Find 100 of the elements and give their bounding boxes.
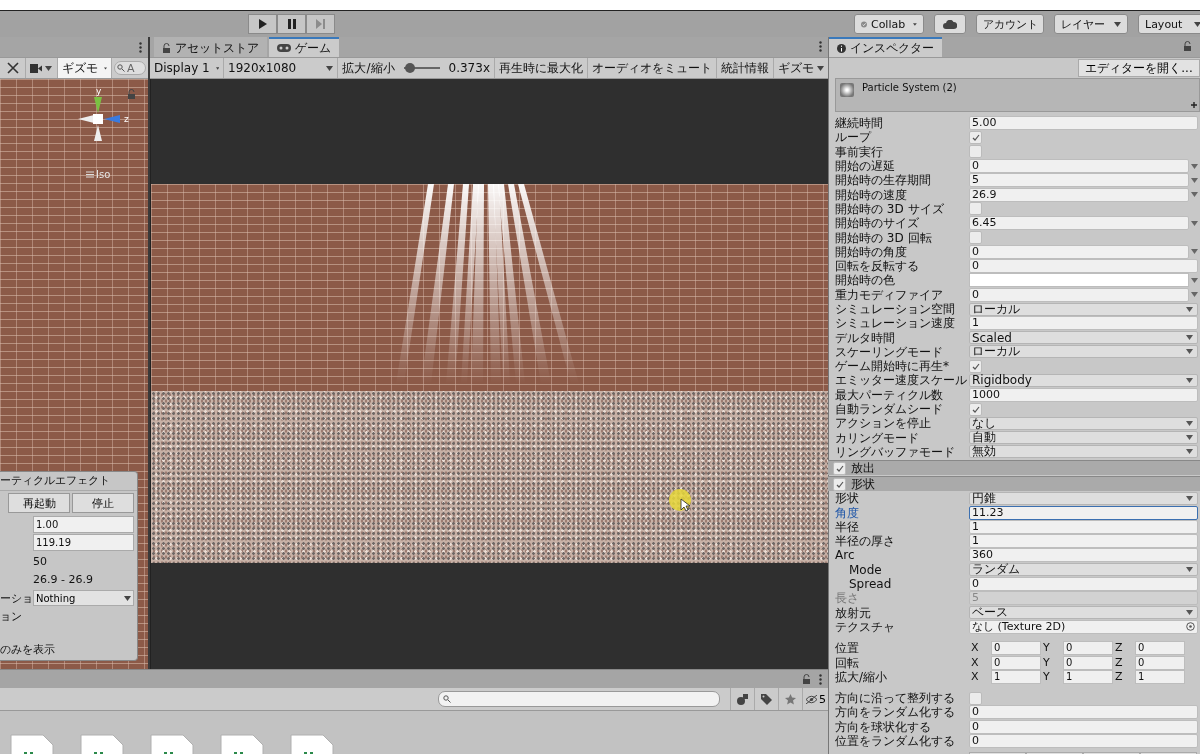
dropdown[interactable]: Nothing [33,590,134,607]
field-label: 開始時の生存期間 [835,173,932,188]
dropdown[interactable]: ローカル [969,302,1198,316]
checkbox[interactable] [969,402,982,416]
value-field[interactable]: 0 [991,641,1041,656]
value-field[interactable]: 0 [1135,655,1185,670]
value-field[interactable]: 0 [969,287,1189,302]
field-label: 開始時の角度 [835,244,908,259]
lock-icon[interactable] [1183,41,1192,51]
value-field[interactable]: 0 [969,734,1198,748]
star-icon [785,693,796,705]
caret-icon [913,21,917,27]
checkbox[interactable] [969,145,982,159]
gizmos-dropdown[interactable]: ギズモ [58,58,112,78]
caret-icon [1186,435,1193,441]
value-field[interactable]: 1000 [969,387,1198,402]
panel-button[interactable]: 停止 [72,493,134,513]
open-editor-button[interactable]: エディターを開く... [1078,59,1200,77]
plus-icon[interactable] [1191,102,1197,108]
dropdown[interactable]: ランダム [969,563,1198,577]
module-header[interactable]: 放出 [827,460,1200,476]
value-field[interactable]: 0 [1063,641,1113,656]
value-field[interactable]: 0 [969,719,1198,734]
dropdown[interactable]: ベース [969,606,1198,620]
check-icon [971,362,980,370]
caret-icon [1186,495,1193,501]
lock-icon[interactable] [127,89,136,99]
slider-thumb[interactable] [404,63,415,73]
checkbox[interactable] [969,202,982,216]
value-field[interactable]: 5.00 [969,116,1198,131]
field-label: リングバッファモード [835,444,956,459]
pause-button[interactable] [277,14,306,34]
checkbox[interactable] [969,691,982,705]
lock-icon[interactable] [162,43,171,53]
dropdown[interactable]: ローカル [969,345,1198,359]
panel-tab[interactable]: インスペクター [829,37,942,57]
module-header[interactable]: 形状 [827,476,1200,492]
field-label: 継続時間 [835,116,884,131]
value-field[interactable]: 0 [969,159,1189,174]
search-field[interactable] [438,691,720,707]
panel-button[interactable]: 再起動 [8,493,70,513]
panel-tab[interactable]: ゲーム [269,37,339,57]
menu-icon[interactable] [819,40,822,52]
dropdown[interactable]: Rigidbody [969,374,1198,387]
caret-icon [1186,306,1193,312]
color-field[interactable] [969,273,1189,288]
value-field[interactable]: 0 [969,244,1189,259]
check-icon [971,405,980,413]
field-label: 開始時の色 [835,273,896,288]
caret-icon [817,65,824,71]
value-field[interactable]: 0 [969,705,1198,720]
dropdown[interactable]: 自動 [969,431,1198,445]
dropdown[interactable]: Scaled [969,331,1198,345]
cloud-button[interactable] [934,14,966,34]
search-field[interactable]: A [114,61,146,75]
dropdown[interactable]: 円錐 [969,491,1198,505]
dropdown[interactable]: なし [969,416,1198,430]
checkbox[interactable] [969,231,982,244]
object-field[interactable]: なし (Texture 2D) [969,619,1198,634]
target-icon[interactable] [1186,622,1195,632]
dropdown[interactable]: 無効 [969,445,1198,459]
value-field[interactable]: 26.9 [969,187,1189,202]
file-icon [290,734,334,754]
value-field[interactable]: 360 [969,548,1198,563]
caret-icon [1191,192,1198,198]
checkbox[interactable] [833,461,846,475]
value-field[interactable]: 6.45 [969,216,1189,231]
layers-dropdown[interactable]: レイヤー [1054,14,1128,34]
layout-dropdown[interactable]: Layout [1138,14,1200,34]
value-field[interactable]: 5 [969,173,1189,188]
checkbox[interactable] [969,130,982,144]
field-label: 開始時のサイズ [835,216,920,231]
menu-icon[interactable] [819,673,822,685]
value-field[interactable]: 0 [991,655,1041,670]
projection-toggle[interactable]: Iso [86,169,111,180]
field-label: 重力モディファイア [835,287,944,302]
value-field[interactable]: 0 [969,259,1198,274]
checkbox[interactable] [969,359,982,373]
menu-icon[interactable] [139,41,142,53]
axis-label: Y [1042,641,1051,656]
particle-icon [840,83,854,97]
value-field[interactable]: 119.19 [33,534,134,552]
collab-button[interactable]: Collab [854,14,924,34]
value-field[interactable]: 0 [969,577,1198,592]
value-field[interactable]: 1.00 [33,515,134,533]
value-field[interactable]: 1 [969,534,1198,549]
axis-label: Z [1114,655,1124,670]
play-button[interactable] [248,14,277,34]
eye-slash-icon [805,694,818,704]
checkbox[interactable] [833,477,846,491]
field-label: Arc [835,548,856,563]
field-label: 開始時の速度 [835,187,908,202]
field-label: 位置 [835,641,860,656]
value-field[interactable]: 1 [969,316,1198,331]
value-field[interactable]: 11.23 [969,505,1198,520]
lock-icon[interactable] [802,674,811,684]
panel-tab[interactable]: アセットストア [154,37,267,57]
value-field[interactable]: 0 [1063,655,1113,670]
account-dropdown[interactable]: アカウント [976,14,1044,34]
value-field[interactable]: 0 [1135,641,1185,656]
